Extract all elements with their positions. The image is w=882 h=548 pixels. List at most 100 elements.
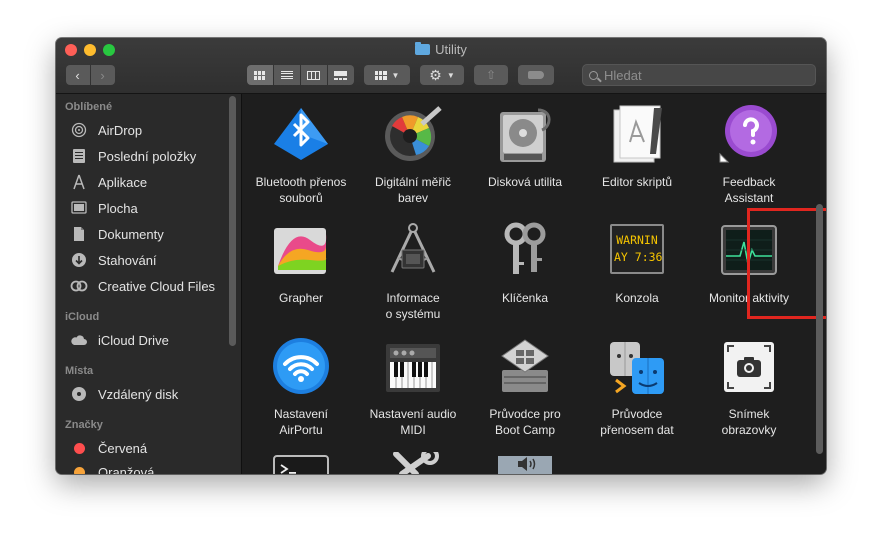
orange-tag-icon	[70, 464, 88, 474]
icon-view-button[interactable]	[246, 65, 273, 85]
app-label: Disková utilita	[487, 175, 563, 189]
search-field[interactable]	[582, 64, 816, 86]
app-voiceover-utility[interactable]	[357, 447, 469, 474]
terminal-icon	[270, 452, 332, 474]
voiceover-icon	[382, 447, 444, 474]
sidebar-section-favorites: Oblíbené	[65, 101, 113, 113]
icon-view-icon	[253, 70, 266, 80]
app-digital-color-meter[interactable]: Digitální měřič barev	[357, 104, 469, 206]
arrange-icon	[374, 70, 387, 80]
sidebar-item-remote-disc[interactable]: Vzdálený disk	[70, 383, 178, 405]
screenshot-icon	[718, 336, 780, 398]
downloads-icon	[70, 252, 88, 268]
sidebar-section-tags: Značky	[65, 419, 103, 431]
list-view-icon	[280, 70, 293, 80]
feedback-icon	[718, 104, 780, 166]
sidebar-item-label: Červená	[98, 440, 148, 456]
console-screen-line-2: AY 7:36	[614, 250, 663, 264]
app-label: Feedback Assistant	[722, 175, 776, 205]
app-label: Průvodce pro Boot Camp	[489, 407, 561, 437]
app-screenshot[interactable]: Snímek obrazovky	[693, 336, 805, 438]
color-meter-icon	[382, 104, 444, 166]
sidebar-item-tag-orange[interactable]: Oranžová	[70, 461, 154, 474]
sidebar-item-applications[interactable]: Aplikace	[70, 171, 147, 193]
sidebar-item-label: AirDrop	[98, 122, 143, 138]
sidebar-item-recents[interactable]: Poslední položky	[70, 145, 196, 167]
sidebar-scrollbar[interactable]	[229, 96, 236, 346]
sidebar-item-label: Poslední položky	[98, 148, 197, 164]
app-audio-utility[interactable]	[469, 452, 581, 474]
sidebar: Oblíbené AirDrop Poslední položky Aplika…	[56, 94, 242, 474]
app-console[interactable]: WARNIN AY 7:36 Konzola	[581, 220, 693, 306]
search-icon	[589, 70, 598, 80]
sidebar-section-icloud: iCloud	[65, 311, 100, 323]
bootcamp-icon	[494, 336, 556, 398]
window-title: Utility	[56, 42, 826, 57]
audio-icon	[494, 452, 556, 474]
app-bluetooth-file-exchange[interactable]: Bluetooth přenos souborů	[245, 104, 357, 206]
title-bar: Utility ‹ › ▼ ⚙ ▼ ⇧ Hledat	[56, 38, 826, 94]
sidebar-item-downloads[interactable]: Stahování	[70, 249, 157, 271]
documents-icon	[70, 226, 88, 242]
applications-icon	[70, 174, 88, 190]
sidebar-item-tag-red[interactable]: Červená	[70, 437, 147, 459]
sidebar-item-documents[interactable]: Dokumenty	[70, 223, 164, 245]
app-airport-utility[interactable]: Nastavení AirPortu	[245, 336, 357, 438]
search-input[interactable]	[602, 66, 806, 84]
console-screen-line-1: WARNIN	[616, 233, 658, 247]
console-icon: WARNIN AY 7:36	[606, 220, 668, 282]
sidebar-section-locations: Místa	[65, 365, 94, 377]
sidebar-item-label: Creative Cloud Files	[98, 278, 216, 294]
disc-icon	[70, 386, 88, 402]
app-label: Konzola	[615, 291, 659, 305]
app-system-information[interactable]: Informace o systému	[357, 220, 469, 322]
list-view-button[interactable]	[273, 65, 300, 85]
system-info-icon	[382, 220, 444, 282]
main-scrollbar[interactable]	[816, 204, 823, 454]
app-label: Digitální měřič barev	[374, 175, 452, 205]
app-migration-assistant[interactable]: Průvodce přenosem dat	[581, 336, 693, 438]
chevron-down-icon: ▼	[391, 70, 400, 80]
sidebar-item-desktop[interactable]: Plocha	[70, 197, 138, 219]
view-mode-group	[246, 65, 354, 85]
sidebar-item-icloud-drive[interactable]: iCloud Drive	[70, 329, 169, 351]
app-label: Nastavení audio MIDI	[369, 407, 457, 437]
app-disk-utility[interactable]: Disková utilita	[469, 104, 581, 190]
cloud-icon	[70, 332, 88, 348]
share-button[interactable]: ⇧	[474, 65, 508, 85]
app-feedback-assistant[interactable]: Feedback Assistant	[693, 104, 805, 206]
app-keychain-access[interactable]: Klíčenka	[469, 220, 581, 306]
forward-button[interactable]: ›	[90, 65, 115, 85]
app-terminal[interactable]	[245, 452, 357, 474]
disk-utility-icon	[494, 104, 556, 166]
gallery-view-icon	[334, 70, 348, 80]
app-label: Nastavení AirPortu	[273, 407, 329, 437]
gear-icon: ⚙	[429, 66, 442, 83]
app-label: Editor skriptů	[601, 175, 673, 189]
midi-icon	[382, 336, 444, 398]
app-audio-midi-setup[interactable]: Nastavení audio MIDI	[357, 336, 469, 438]
window-title-text: Utility	[435, 42, 467, 57]
app-boot-camp-assistant[interactable]: Průvodce pro Boot Camp	[469, 336, 581, 438]
gallery-view-button[interactable]	[327, 65, 354, 85]
app-grapher[interactable]: Grapher	[245, 220, 357, 306]
sidebar-item-airdrop[interactable]: AirDrop	[70, 119, 142, 141]
creative-cloud-icon	[70, 278, 88, 294]
grapher-icon	[270, 220, 332, 282]
red-tag-icon	[70, 440, 88, 456]
script-editor-icon	[606, 104, 668, 166]
column-view-button[interactable]	[300, 65, 327, 85]
file-icon-grid: Bluetooth přenos souborů Digitální měřič…	[242, 94, 826, 474]
sidebar-item-creative-cloud[interactable]: Creative Cloud Files	[70, 275, 215, 297]
forward-icon: ›	[100, 67, 105, 83]
app-script-editor[interactable]: Editor skriptů	[581, 104, 693, 190]
chevron-down-icon: ▼	[446, 70, 455, 80]
back-button[interactable]: ‹	[65, 65, 90, 85]
airport-icon	[270, 336, 332, 398]
column-view-icon	[307, 70, 320, 80]
app-label: Průvodce přenosem dat	[600, 407, 674, 437]
action-button[interactable]: ⚙ ▼	[420, 65, 464, 85]
tag-button[interactable]	[518, 65, 554, 85]
folder-icon	[415, 42, 431, 55]
arrange-button[interactable]: ▼	[364, 65, 410, 85]
